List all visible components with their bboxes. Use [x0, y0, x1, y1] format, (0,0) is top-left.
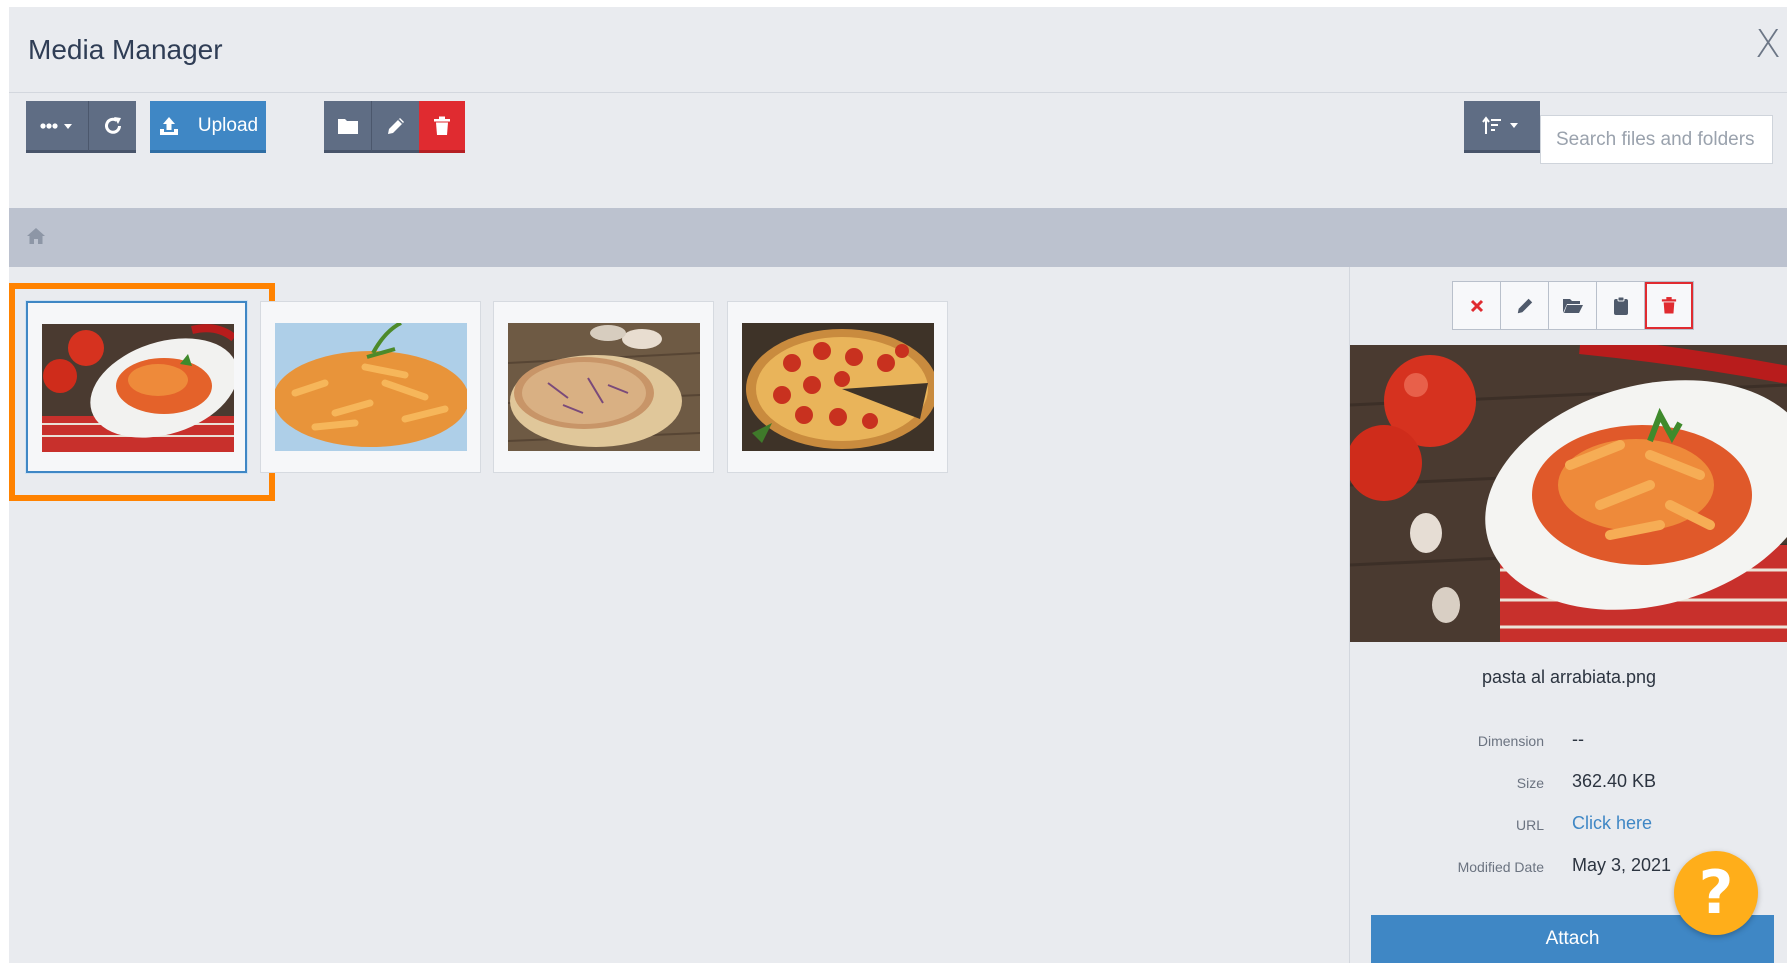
size-value: 362.40 KB	[1572, 771, 1657, 791]
more-options-button[interactable]	[26, 101, 88, 153]
file-thumbnail[interactable]	[260, 301, 481, 473]
file-thumbnail[interactable]	[26, 301, 247, 473]
new-folder-button[interactable]	[324, 101, 371, 153]
modal-header: Media Manager X	[9, 7, 1787, 93]
home-icon[interactable]	[26, 227, 46, 245]
size-label: Size	[1516, 775, 1544, 791]
pencil-icon	[1517, 298, 1532, 313]
trash-icon	[434, 116, 450, 135]
pasta-tomato-image	[42, 324, 234, 452]
delete-file-button[interactable]	[1645, 282, 1693, 329]
delete-button[interactable]	[419, 101, 465, 153]
upload-button[interactable]: Upload	[150, 101, 266, 153]
breadcrumb	[9, 208, 1787, 267]
folder-open-icon	[1562, 298, 1583, 313]
close-icon	[1470, 299, 1483, 312]
url-label: URL	[1515, 817, 1544, 833]
refresh-button[interactable]	[88, 101, 136, 153]
file-grid	[9, 267, 1349, 963]
close-button[interactable]: X	[1755, 25, 1781, 63]
modal-title: Media Manager	[28, 34, 223, 65]
copy-file-button[interactable]	[1597, 282, 1645, 329]
upload-label: Upload	[197, 114, 259, 136]
file-name: pasta al arrabiata.png	[1481, 667, 1657, 687]
url-link[interactable]: Click here	[1572, 813, 1652, 834]
modified-date-value: May 3, 2021	[1572, 855, 1672, 875]
move-file-button[interactable]	[1549, 282, 1597, 329]
rename-file-button[interactable]	[1501, 282, 1549, 329]
sort-caret-icon	[1482, 115, 1518, 134]
trash-icon	[1661, 297, 1677, 314]
folder-icon	[337, 118, 358, 134]
media-manager-modal: Media Manager X Upload Search files and …	[9, 7, 1787, 963]
pencil-icon	[387, 117, 404, 134]
sort-button[interactable]	[1464, 101, 1540, 153]
penne-image	[275, 323, 467, 451]
file-thumbnail[interactable]	[493, 301, 714, 473]
deselect-button[interactable]	[1453, 282, 1501, 329]
search-input[interactable]	[1540, 115, 1773, 164]
dimension-label: Dimension	[1477, 733, 1544, 749]
modified-date-label: Modified Date	[1457, 859, 1544, 875]
refresh-icon	[104, 116, 121, 134]
file-preview-image	[1350, 345, 1787, 642]
help-button[interactable]: ?	[1674, 851, 1758, 935]
file-thumbnail[interactable]	[727, 301, 948, 473]
ellipsis-caret-icon	[40, 122, 72, 129]
pepperoni-pizza-image	[742, 323, 934, 451]
rename-button[interactable]	[371, 101, 419, 153]
file-actions-toolbar	[1452, 281, 1694, 330]
pizza-image	[508, 323, 700, 451]
clipboard-icon	[1613, 296, 1628, 315]
dimension-value: --	[1572, 729, 1584, 749]
upload-icon	[159, 116, 178, 135]
